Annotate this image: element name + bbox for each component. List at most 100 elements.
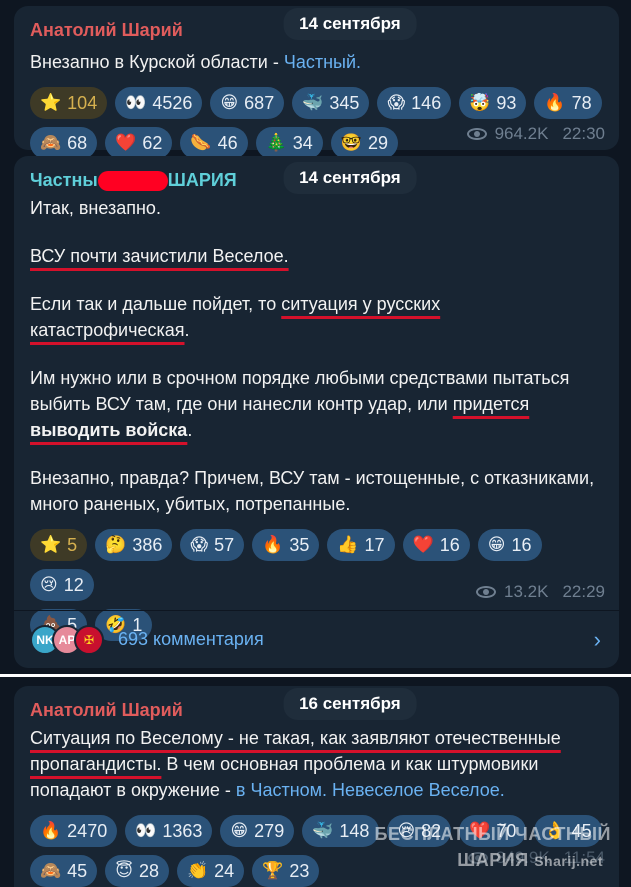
reaction-chip[interactable]: 👀 4526 (115, 87, 203, 119)
reaction-emoji-icon: 👀 (135, 820, 157, 841)
watermark-line-1: БЕСПЛАТНЫЙ ЧАСТНЫЙ (374, 824, 611, 844)
reaction-chip[interactable]: 😇 28 (105, 855, 169, 887)
reaction-emoji-icon: ⭐ (40, 92, 62, 113)
reaction-count: 23 (289, 860, 310, 881)
reaction-chip[interactable]: 😁 16 (477, 529, 542, 562)
watermark-line-2: ШАРИЯ Sharij.net (457, 850, 603, 871)
reaction-chip[interactable]: 🔥 2470 (30, 815, 118, 847)
post-link[interactable]: в Частном. Невеселое Веселое. (236, 780, 505, 800)
reaction-chip[interactable]: 🌭 46 (180, 127, 248, 159)
view-count: 964.2K (494, 124, 549, 143)
reaction-emoji-icon: 😁 (220, 92, 239, 113)
reaction-count: 16 (511, 534, 532, 555)
post-2: Частны ШАРИЯ 14 сентября Итак, внезапно. … (14, 156, 619, 668)
reaction-count: 57 (214, 534, 235, 555)
reaction-chip[interactable]: 🙈 45 (30, 855, 98, 887)
eye-icon (466, 128, 487, 140)
reaction-count: 687 (244, 92, 275, 113)
redaction-mark (97, 171, 168, 192)
reaction-chip[interactable]: 😱 146 (377, 87, 452, 119)
paragraph: Внезапно, правда? Причем, ВСУ там - исто… (30, 468, 595, 515)
reaction-count: 12 (63, 574, 84, 595)
reaction-chip[interactable]: 👍 17 (327, 529, 395, 562)
reaction-emoji-icon: 🤯 (469, 92, 491, 113)
reaction-count: 104 (67, 92, 98, 113)
reaction-chip[interactable]: 🔥 78 (534, 87, 602, 119)
reaction-count: 29 (367, 132, 389, 153)
avatar: ✠ (74, 624, 104, 655)
reaction-chip[interactable]: ⭐ 5 (30, 529, 88, 562)
reaction-chip[interactable]: ⭐ 104 (30, 87, 108, 119)
reaction-emoji-icon: ❤️ (412, 534, 434, 555)
view-count: 13.2K (504, 582, 549, 601)
reaction-chip[interactable]: 😢 12 (30, 569, 94, 602)
post-time: 22:29 (562, 582, 605, 601)
reaction-count: 28 (138, 860, 159, 881)
reaction-chip[interactable]: 🐳 345 (292, 87, 370, 119)
reaction-chip[interactable]: 🤓 29 (330, 127, 399, 159)
paragraph: Итак, внезапно. (30, 198, 161, 219)
reaction-emoji-icon: 🙈 (40, 132, 62, 153)
comments-button[interactable]: NK AP ✠ 693 комментария › (14, 610, 619, 668)
text-span: Если так и дальше пойдет, то (30, 294, 282, 315)
reaction-chip[interactable]: 😱 57 (180, 529, 245, 562)
reaction-chip[interactable]: 🤔 386 (95, 529, 173, 562)
post-text: Итак, внезапно. ВСУ почти зачистили Весе… (30, 195, 603, 517)
text-span: . (187, 420, 193, 441)
reaction-emoji-icon: 🌭 (190, 132, 212, 153)
underlined-text: ситуация у русских (281, 294, 441, 315)
reaction-emoji-icon: ❤️ (115, 132, 137, 153)
reaction-chip[interactable]: 👀 1363 (125, 815, 213, 847)
eye-icon (476, 586, 497, 598)
reaction-emoji-icon: 😁 (230, 820, 249, 841)
reaction-chip[interactable]: 🔥 35 (252, 529, 320, 562)
reaction-emoji-icon: 😢 (40, 574, 58, 595)
reaction-count: 279 (254, 820, 285, 841)
reaction-chip[interactable]: ❤️ 16 (402, 529, 470, 562)
chevron-right-icon: › (593, 626, 601, 652)
reaction-count: 4526 (152, 92, 193, 113)
reaction-count: 93 (496, 92, 517, 113)
post-text: Внезапно в Курской области - Частный. (30, 49, 603, 75)
reaction-emoji-icon: 🤓 (340, 132, 362, 153)
reaction-emoji-icon: 😁 (487, 534, 506, 555)
reaction-count: 386 (132, 534, 163, 555)
post-link[interactable]: Частный. (284, 52, 361, 72)
reaction-bar: 🙈 68 ❤️ 62 🌭 46 🎄 34 🤓 29 (30, 127, 430, 159)
reaction-emoji-icon: 🐳 (302, 92, 324, 113)
comments-count: 693 комментария (118, 629, 264, 649)
reaction-count: 148 (339, 820, 370, 841)
reaction-emoji-icon: 👏 (186, 860, 209, 881)
reaction-chip[interactable]: 😁 279 (220, 815, 295, 847)
post-text-body: Внезапно в Курской области - (30, 52, 284, 72)
bold-text: выводить войска (30, 420, 188, 441)
text-span: придется (452, 394, 530, 415)
reaction-count: 68 (67, 132, 88, 153)
post-meta: 13.2K 22:29 (476, 582, 605, 602)
date-badge: 14 сентября (283, 8, 417, 40)
watermark-text: ШАРИЯ (457, 850, 529, 870)
reaction-count: 78 (571, 92, 592, 113)
reaction-chip[interactable]: 👏 24 (176, 855, 245, 887)
paragraph: Им нужно или в срочном порядке любыми ср… (30, 365, 603, 443)
reaction-count: 5 (67, 534, 78, 555)
reaction-emoji-icon: 🎄 (265, 132, 287, 153)
reaction-chip[interactable]: ❤️ 62 (105, 127, 173, 159)
reaction-emoji-icon: 😱 (387, 92, 406, 113)
reaction-chip[interactable]: 🤯 93 (459, 87, 527, 119)
reaction-count: 35 (289, 534, 310, 555)
reaction-emoji-icon: 😱 (190, 534, 209, 555)
reaction-chip[interactable]: 🙈 68 (30, 127, 98, 159)
reaction-chip[interactable]: 🏆 23 (252, 855, 320, 887)
reaction-chip[interactable]: 🎄 34 (255, 127, 323, 159)
reaction-emoji-icon: 👀 (125, 92, 147, 113)
reaction-chip[interactable]: 😁 687 (210, 87, 285, 119)
reaction-emoji-icon: 👍 (337, 534, 359, 555)
post-time: 22:30 (562, 124, 605, 143)
reaction-chip[interactable]: 🐳 148 (302, 815, 380, 847)
watermark-site: Sharij.net (534, 853, 603, 869)
reaction-count: 17 (364, 534, 385, 555)
reaction-count: 146 (411, 92, 442, 113)
paragraph: ВСУ почти зачистили Веселое. (30, 243, 603, 269)
reaction-emoji-icon: 🔥 (40, 820, 62, 841)
